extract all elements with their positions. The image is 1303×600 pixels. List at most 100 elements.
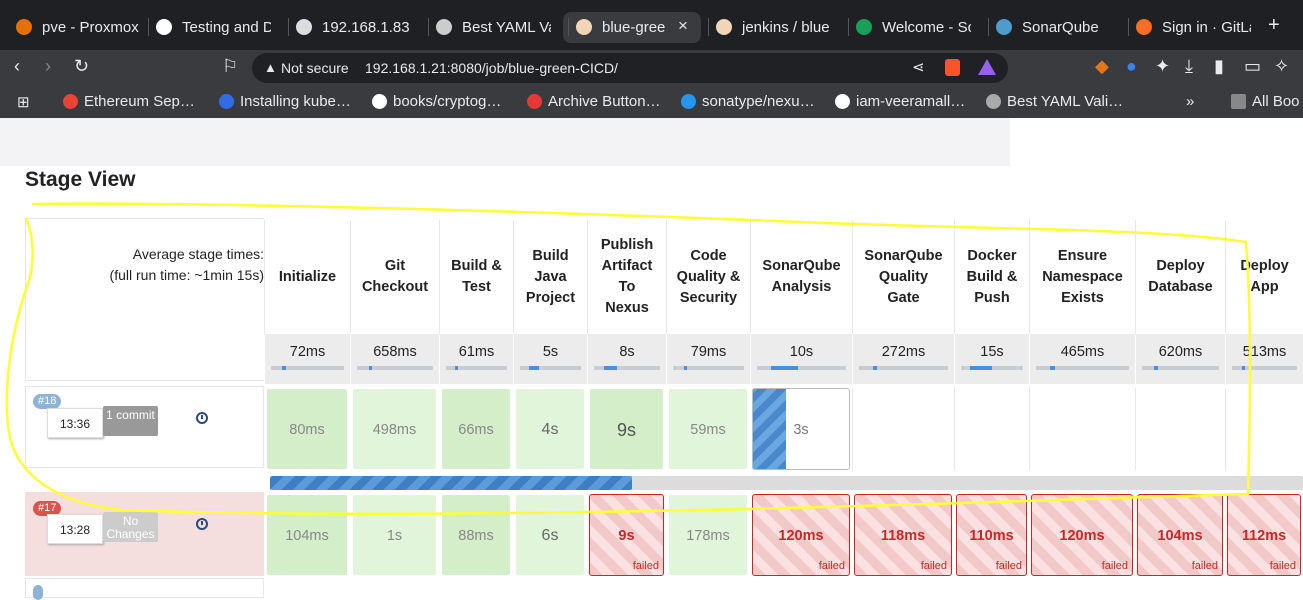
stage-duration: 498ms	[372, 422, 417, 438]
bookmarks-bar: ⊞ Ethereum Sep… Installing kube… books/cry…	[0, 86, 1303, 118]
tab-title: Welcome - Sc	[882, 18, 971, 36]
avg-time-value: 620ms	[1158, 344, 1203, 360]
close-tab-icon[interactable]: ×	[678, 16, 688, 36]
browser-tab[interactable]: SonarQube	[996, 14, 1111, 40]
browser-tab[interactable]: Welcome - Sc	[856, 14, 971, 40]
stage-cell-success[interactable]: 80ms	[266, 388, 348, 470]
avg-progress-fill	[970, 366, 993, 370]
stage-duration: 120ms	[1059, 528, 1105, 544]
metamask-icon[interactable]: ◆	[1095, 56, 1109, 77]
download-icon[interactable]: ⤓	[1185, 56, 1193, 77]
stage-view-title: Stage View	[25, 168, 136, 191]
stage-header: SonarQube Analysis	[750, 220, 852, 334]
stage-cell-success[interactable]: 66ms	[441, 388, 511, 470]
wallet-icon[interactable]: ▭	[1244, 56, 1261, 77]
stage-cell-failed[interactable]: 9s failed	[589, 494, 664, 576]
new-tab-button[interactable]: +	[1268, 14, 1280, 37]
stage-cell-success[interactable]: 59ms	[668, 388, 748, 470]
avg-progress-fill	[683, 366, 688, 370]
stage-cell-success[interactable]: 9s	[589, 388, 664, 470]
google-icon	[63, 94, 78, 109]
browser-tab[interactable]: Testing and D	[156, 14, 271, 40]
avg-time-value: 10s	[789, 344, 814, 360]
reload-icon[interactable]: ↻	[74, 56, 89, 77]
stage-cell-empty	[852, 388, 954, 470]
gitlab-icon	[1136, 19, 1152, 35]
bookmark-label: sonatype/nexu…	[702, 93, 815, 110]
stage-cell-failed[interactable]: 120ms failed	[752, 494, 850, 576]
avg-progress-fill	[529, 366, 539, 370]
brave-shields-icon[interactable]	[945, 59, 960, 76]
stage-cell-success[interactable]: 88ms	[441, 494, 511, 576]
avg-time-value: 658ms	[373, 344, 417, 360]
bookmark-item[interactable]: Best YAML Vali…	[986, 93, 1123, 110]
build-status-icon[interactable]	[196, 518, 208, 530]
extension-circle-icon[interactable]: ●	[1126, 56, 1137, 77]
browser-tab[interactable]: Sign in · GitLa	[1136, 14, 1251, 40]
leo-icon[interactable]: ✧	[1274, 56, 1289, 77]
avg-time-value: 8s	[619, 344, 635, 360]
all-bookmarks[interactable]: All Boo	[1231, 93, 1300, 110]
stage-cell-success[interactable]: 178ms	[668, 494, 748, 576]
browser-tab[interactable]: blue-gree	[576, 14, 676, 40]
browser-tab[interactable]: 192.168.1.83	[296, 14, 411, 40]
github-icon	[835, 94, 850, 109]
stage-cell-empty	[1135, 388, 1225, 470]
bookmark-icon[interactable]: ⚐	[222, 56, 238, 77]
avg-progress-fill	[604, 366, 618, 370]
stage-cell-empty	[1029, 388, 1135, 470]
average-stage-times: Average stage times: (full run time: ~1m…	[25, 244, 264, 286]
stage-avg-time: 61ms	[439, 334, 513, 384]
build-status-icon[interactable]	[196, 412, 208, 424]
stage-cell-running[interactable]: 3s	[752, 388, 850, 470]
url-text[interactable]: 192.168.1.21:8080/job/blue-green-CICD/	[365, 60, 618, 76]
stage-cell-success[interactable]: 498ms	[352, 388, 437, 470]
stage-duration: 66ms	[458, 422, 494, 438]
bookmark-item[interactable]: sonatype/nexu…	[681, 93, 815, 110]
address-bar[interactable]: ▲ Not secure 192.168.1.21:8080/job/blue-…	[252, 53, 1008, 83]
avg-progress-fill	[455, 366, 459, 370]
stage-duration: 120ms	[778, 528, 824, 544]
avg-progress-fill	[368, 366, 373, 370]
bookmark-item[interactable]: iam-veeramall…	[835, 93, 965, 110]
build-number-badge[interactable]	[33, 585, 43, 600]
stage-cell-failed[interactable]: 112ms failed	[1227, 494, 1301, 576]
changes-button[interactable]: No Changes	[103, 512, 158, 542]
back-icon[interactable]: ‹	[14, 56, 20, 77]
bookmark-item[interactable]: Archive Button…	[527, 93, 661, 110]
share-icon[interactable]: ⋖	[912, 58, 925, 76]
docker-icon	[681, 94, 696, 109]
stage-cell-failed[interactable]: 118ms failed	[854, 494, 952, 576]
bookmark-item[interactable]: books/cryptog…	[372, 93, 501, 110]
stage-duration: 110ms	[969, 528, 1014, 544]
stage-header: Ensure Namespace Exists	[1029, 220, 1135, 334]
browser-tab[interactable]: pve - Proxmox	[16, 14, 141, 40]
apps-icon[interactable]: ⊞	[17, 93, 30, 111]
forward-icon[interactable]: ›	[45, 56, 51, 77]
stage-cell-success[interactable]: 1s	[352, 494, 437, 576]
bookmark-item[interactable]: Ethereum Sep…	[63, 93, 195, 110]
brave-rewards-icon[interactable]	[978, 59, 996, 75]
stage-cell-failed[interactable]: 104ms failed	[1137, 494, 1223, 576]
stage-cell-success[interactable]: 104ms	[266, 494, 348, 576]
stage-cell-success[interactable]: 4s	[515, 388, 585, 470]
browser-tab[interactable]: jenkins / blue	[716, 14, 831, 40]
stage-header: Deploy Database	[1135, 220, 1225, 334]
stage-cell-success[interactable]: 6s	[515, 494, 585, 576]
stage-cell-failed[interactable]: 110ms failed	[956, 494, 1027, 576]
stage-name: Git Checkout	[361, 258, 429, 295]
failed-label: failed	[995, 560, 1022, 572]
changes-button[interactable]: 1 commit	[103, 406, 158, 436]
build-time: 13:28	[47, 514, 103, 544]
warning-icon[interactable]: ▲	[264, 60, 277, 75]
security-label: Not secure	[281, 60, 349, 76]
bookmarks-more[interactable]: »	[1186, 93, 1194, 110]
all-bookmarks-label: All Boo	[1252, 93, 1300, 110]
sidebar-icon[interactable]: ▮	[1214, 56, 1224, 77]
extensions-icon[interactable]: ✦	[1155, 56, 1170, 77]
bookmark-item[interactable]: Installing kube…	[219, 93, 351, 110]
build-number-badge[interactable]: #18	[33, 394, 62, 409]
stage-avg-time: 465ms	[1029, 334, 1135, 384]
browser-tab[interactable]: Best YAML Va	[436, 14, 551, 40]
stage-cell-failed[interactable]: 120ms failed	[1031, 494, 1133, 576]
